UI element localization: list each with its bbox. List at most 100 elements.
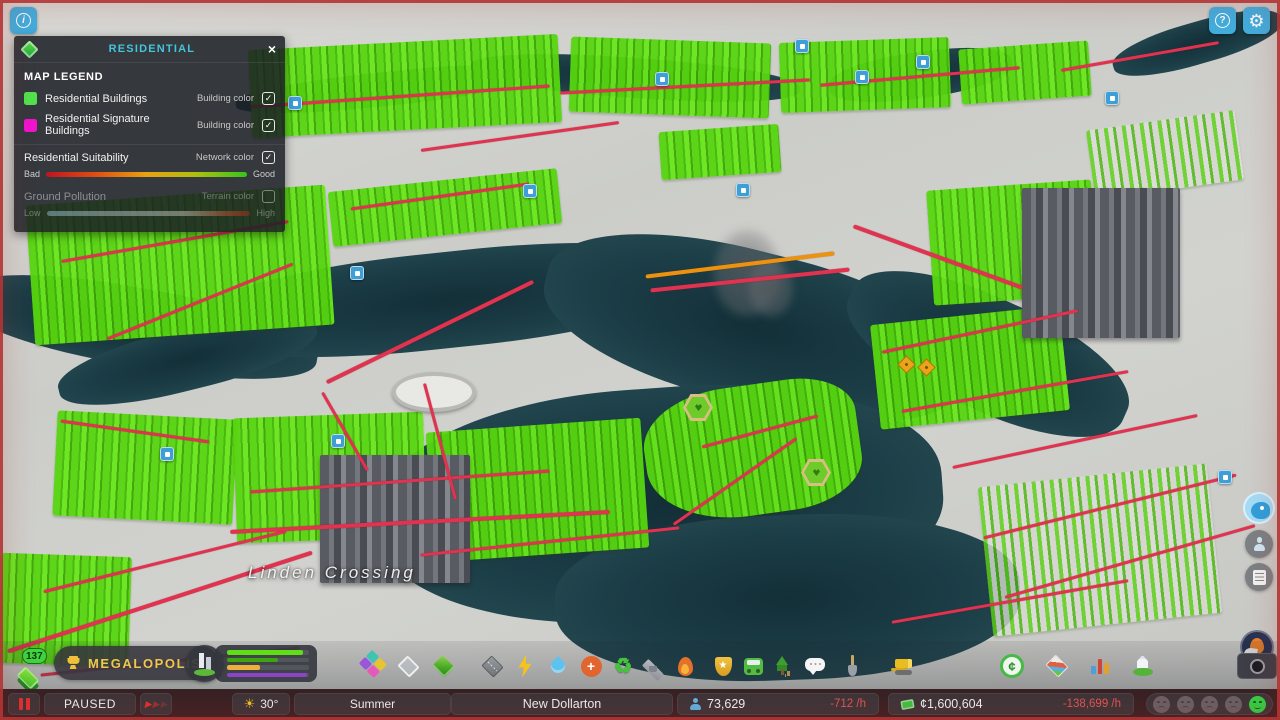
journal-button[interactable] xyxy=(1245,563,1273,591)
fire-rescue-button[interactable] xyxy=(668,649,702,683)
pause-icon xyxy=(18,698,30,710)
city-progression-button[interactable] xyxy=(1126,649,1160,683)
service-marker-icon[interactable] xyxy=(1105,91,1119,105)
infoview-map-icon xyxy=(1045,654,1069,678)
legend-section-title: MAP LEGEND xyxy=(24,71,104,83)
terraforming-button[interactable] xyxy=(426,649,460,683)
legend-label: Ground Pollution xyxy=(24,190,106,203)
help-button[interactable]: ? xyxy=(1209,7,1236,34)
water-sewage-button[interactable] xyxy=(541,649,575,683)
signature-diamond-icon xyxy=(396,654,420,678)
bar-chart-icon xyxy=(1091,658,1109,674)
legend-label: Residential Buildings xyxy=(45,92,148,105)
legend-label: Residential Suitability xyxy=(24,151,129,164)
service-marker-icon[interactable] xyxy=(1218,470,1232,484)
legend-type-label: Terrain color xyxy=(201,191,254,202)
sad-face-icon xyxy=(1225,695,1242,713)
infoviews-button[interactable] xyxy=(1040,649,1074,683)
legend-checkbox[interactable]: ✓ xyxy=(262,118,275,132)
electricity-button[interactable] xyxy=(508,649,542,683)
economy-button[interactable]: ¢ xyxy=(995,649,1029,683)
help-icon: ? xyxy=(1215,13,1230,28)
communications-button[interactable] xyxy=(798,647,832,681)
service-marker-icon[interactable] xyxy=(331,434,345,448)
money-value: ¢1,600,604 xyxy=(920,697,983,711)
education-button[interactable] xyxy=(636,649,670,683)
demand-bar-residential-medium xyxy=(227,657,278,662)
water-drop-icon xyxy=(548,656,568,676)
map-legend-panel: RESIDENTIAL × MAP LEGEND Residential Bui… xyxy=(14,36,285,232)
happy-face-icon xyxy=(1249,695,1266,713)
zones-tool-button[interactable] xyxy=(356,649,390,683)
statistics-button[interactable] xyxy=(1083,649,1117,683)
transportation-button[interactable] xyxy=(736,649,770,683)
graduation-cap-icon xyxy=(641,657,665,675)
scale-min-label: Low xyxy=(24,208,41,218)
garbage-button[interactable]: ♻ xyxy=(606,649,640,683)
population-rate: -712 /h xyxy=(830,698,866,710)
legend-checkbox[interactable]: ✓ xyxy=(262,92,275,105)
parks-recreation-button[interactable] xyxy=(766,649,800,683)
money-rate: -138,699 /h xyxy=(1062,698,1121,710)
service-marker-icon[interactable] xyxy=(916,55,930,69)
bulldozer-button[interactable] xyxy=(886,649,920,683)
trophy-icon xyxy=(66,656,80,670)
happiness-display[interactable] xyxy=(1146,693,1273,715)
citizen-lifepath-button[interactable] xyxy=(1245,530,1273,558)
lightning-icon xyxy=(518,654,532,678)
road-tile-icon xyxy=(480,654,504,678)
medical-icon: + xyxy=(580,655,602,677)
legend-type-label: Building color xyxy=(196,93,254,104)
shovel-icon xyxy=(842,655,862,677)
demand-bar-commercial xyxy=(227,665,260,670)
close-icon[interactable]: × xyxy=(268,42,276,56)
temperature-value: 30° xyxy=(260,697,279,711)
city-name-display[interactable]: New Dollarton xyxy=(451,693,673,715)
district-label: Linden Crossing xyxy=(248,563,416,582)
population-display[interactable]: 73,629 -712 /h xyxy=(677,693,879,715)
money-icon xyxy=(900,698,915,710)
service-marker-icon[interactable] xyxy=(855,70,869,84)
money-display[interactable]: ¢1,600,604 -138,699 /h xyxy=(888,693,1134,715)
pollution-gradient-bar xyxy=(46,210,251,216)
healthcare-button[interactable]: + xyxy=(574,649,608,683)
speed-button[interactable]: ▶ ▶ ▶ xyxy=(140,693,172,715)
service-marker-icon[interactable] xyxy=(736,183,750,197)
pause-button[interactable] xyxy=(8,693,40,715)
economy-icon: ¢ xyxy=(1000,654,1024,678)
scale-max-label: High xyxy=(256,208,275,218)
demand-bar-residential xyxy=(227,650,304,655)
legend-label: Residential Signature Buildings xyxy=(45,113,150,137)
sim-state-label: PAUSED xyxy=(44,693,136,715)
roads-button[interactable] xyxy=(475,649,509,683)
zoning-demand[interactable] xyxy=(186,645,317,682)
play-speed-icon: ▶ ▶ ▶ xyxy=(144,698,168,709)
service-marker-icon[interactable] xyxy=(523,184,537,198)
scale-max-label: Good xyxy=(252,169,275,179)
photo-mode-button[interactable] xyxy=(1237,653,1277,679)
info-button[interactable]: i xyxy=(10,7,37,34)
chat-bubble-icon xyxy=(805,657,825,675)
service-marker-icon[interactable] xyxy=(350,266,364,280)
person-icon xyxy=(1253,537,1266,551)
temperature-display[interactable]: ☀ 30° xyxy=(232,693,290,715)
legend-checkbox[interactable] xyxy=(262,190,275,203)
police-button[interactable]: ★ xyxy=(706,649,740,683)
signature-buildings-button[interactable] xyxy=(391,649,425,683)
zones-icon xyxy=(357,649,389,682)
settings-button[interactable]: ⚙ xyxy=(1243,7,1270,34)
landscaping-button[interactable] xyxy=(835,649,869,683)
happiness-faces xyxy=(1153,695,1266,713)
service-marker-icon[interactable] xyxy=(288,96,302,110)
season-display[interactable]: Summer xyxy=(294,693,451,715)
sad-face-icon xyxy=(1177,695,1194,713)
chirper-button[interactable] xyxy=(1243,492,1275,524)
legend-type-label: Network color xyxy=(195,152,254,163)
flame-icon xyxy=(677,656,693,676)
service-marker-icon[interactable] xyxy=(160,447,174,461)
level-badge: 137 xyxy=(22,648,47,664)
police-shield-icon: ★ xyxy=(714,656,732,676)
service-marker-icon[interactable] xyxy=(655,72,669,86)
legend-checkbox[interactable]: ✓ xyxy=(262,151,275,164)
service-marker-icon[interactable] xyxy=(795,39,809,53)
